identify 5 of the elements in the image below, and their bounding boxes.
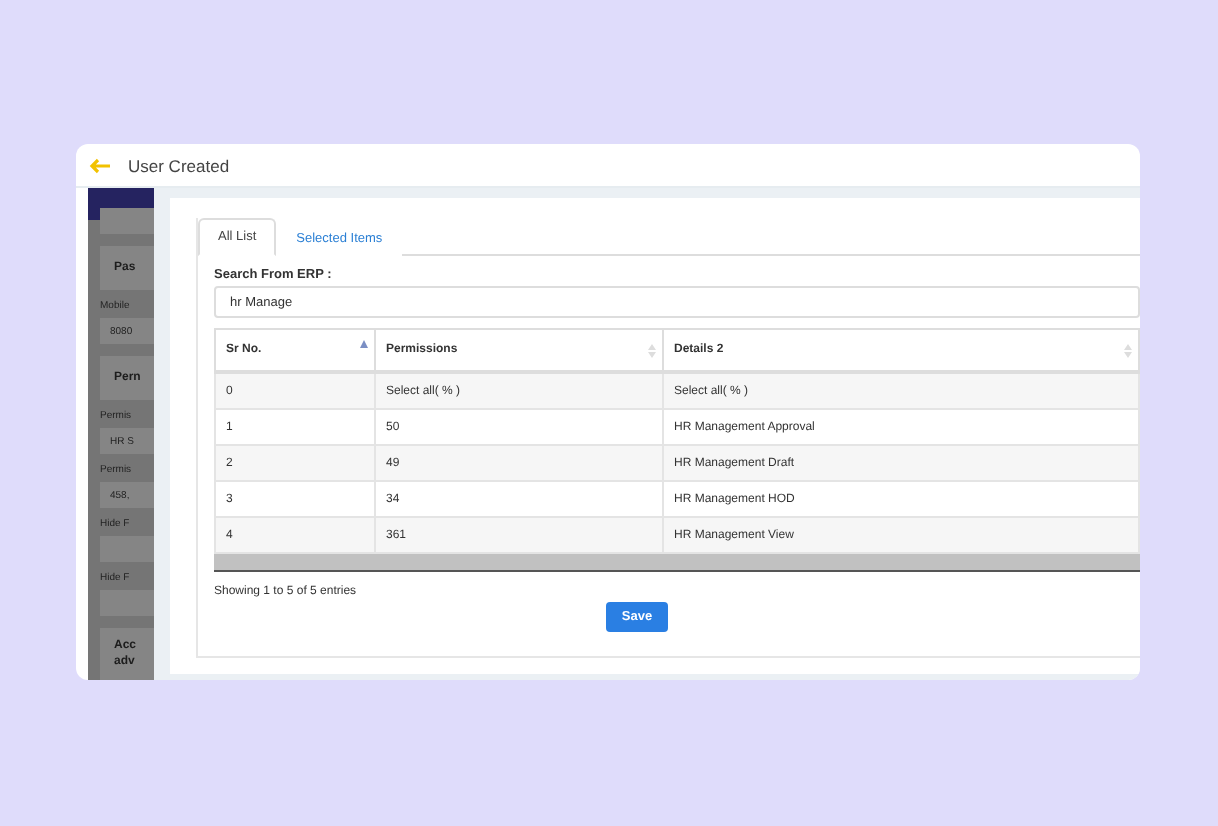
horizontal-scrollbar[interactable]	[214, 554, 1140, 572]
dimmed-field	[100, 590, 154, 616]
page-title: User Created	[128, 155, 230, 175]
dimmed-field	[100, 208, 154, 234]
dimmed-field	[100, 536, 154, 562]
